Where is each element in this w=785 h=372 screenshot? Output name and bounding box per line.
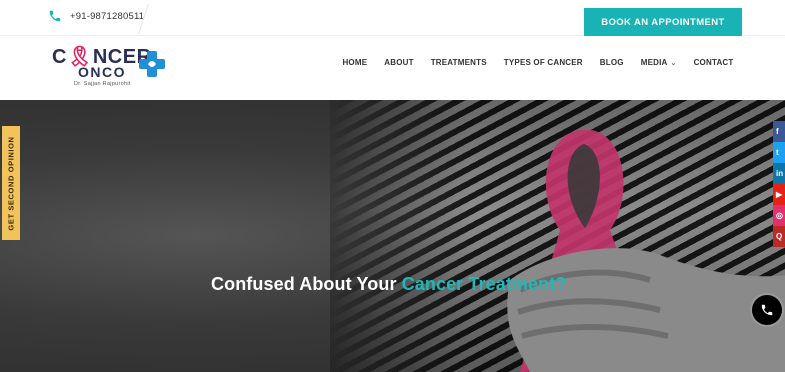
get-second-opinion-tab[interactable]: GET SECOND OPINION (2, 126, 20, 240)
main-nav: HOME ABOUT TREATMENTS TYPES OF CANCER BL… (334, 58, 742, 67)
nav-about[interactable]: ABOUT (376, 58, 422, 67)
nav-home[interactable]: HOME (334, 58, 376, 67)
phone-number: +91-9871280511 (70, 10, 145, 22)
logo-onco: ONCO (78, 64, 126, 80)
hero-heading: Confused About Your Cancer Treatment? (211, 274, 567, 294)
linkedin-icon[interactable]: in (773, 163, 785, 184)
chevron-down-icon: ⌄ (670, 59, 677, 67)
quora-icon[interactable]: Q (773, 226, 785, 247)
call-button[interactable] (752, 295, 782, 325)
logo[interactable]: C🎗NCER ONCO Dr. Sajjan Rajpurohit (52, 46, 172, 94)
medical-cross-icon (139, 51, 165, 77)
phone-icon (49, 10, 61, 22)
side-tab-label: GET SECOND OPINION (6, 135, 16, 231)
youtube-icon[interactable]: ▶ (773, 184, 785, 205)
nav-blog[interactable]: BLOG (591, 58, 632, 67)
phone-icon (761, 304, 773, 316)
social-links: f t in ▶ ◎ Q (773, 121, 785, 247)
nav-treatments[interactable]: TREATMENTS (422, 58, 495, 67)
site-header: C🎗NCER ONCO Dr. Sajjan Rajpurohit HOME A… (0, 36, 785, 100)
facebook-icon[interactable]: f (773, 121, 785, 142)
twitter-icon[interactable]: t (773, 142, 785, 163)
top-bar: +91-9871280511 BOOK AN APPOINTMENT (0, 0, 785, 36)
book-appointment-button[interactable]: BOOK AN APPOINTMENT (584, 8, 742, 36)
hero-heading-accent: Cancer Treatment? (401, 274, 567, 294)
instagram-icon[interactable]: ◎ (773, 205, 785, 226)
nav-contact[interactable]: CONTACT (685, 58, 742, 67)
hand-image (507, 248, 785, 372)
phone-contact[interactable]: +91-9871280511 (48, 9, 144, 23)
nav-media[interactable]: MEDIA ⌄ (632, 58, 685, 67)
nav-types-of-cancer[interactable]: TYPES OF CANCER (495, 58, 591, 67)
logo-doctor-name: Dr. Sajjan Rajpurohit (74, 81, 131, 87)
hero-banner: Confused About Your Cancer Treatment? (0, 100, 785, 372)
